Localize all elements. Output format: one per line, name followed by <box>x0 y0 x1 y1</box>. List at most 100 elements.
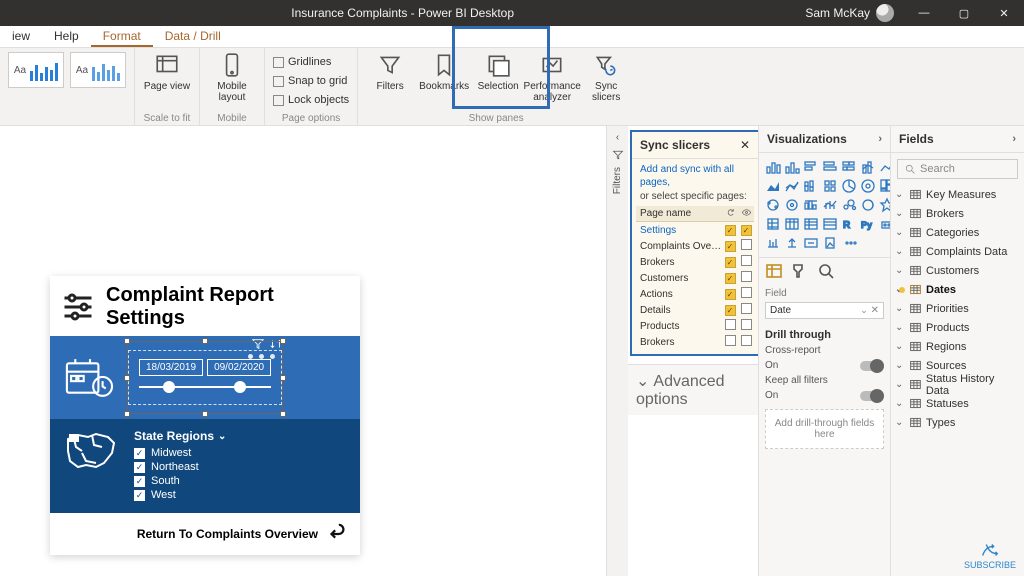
chevron-right-icon[interactable]: › <box>878 133 882 145</box>
avatar[interactable] <box>876 4 894 22</box>
sync-page-row[interactable]: Brokers <box>636 334 754 350</box>
sync-page-row[interactable]: Customers✓ <box>636 270 754 286</box>
close-button[interactable]: ✕ <box>984 0 1024 26</box>
fields-table-row[interactable]: ⌄Regions <box>895 337 1020 356</box>
performance-analyzer-button[interactable]: Performance analyzer <box>528 52 576 103</box>
viz-type-2[interactable] <box>803 159 819 175</box>
fields-table-row[interactable]: ⌄Complaints Data <box>895 242 1020 261</box>
viz-type-21[interactable] <box>765 216 781 232</box>
bookmarks-button[interactable]: Bookmarks <box>420 52 468 92</box>
fields-table-row[interactable]: ⌄Dates <box>895 280 1020 299</box>
region-item[interactable]: ✓West <box>134 489 226 501</box>
sync-page-row[interactable]: Details✓ <box>636 302 754 318</box>
sync-slicers-button[interactable]: Sync slicers <box>582 52 630 103</box>
filters-pane-collapsed[interactable]: ‹ Filters <box>606 126 628 576</box>
sync-page-row[interactable]: Settings✓✓ <box>636 222 754 238</box>
date-from[interactable]: 18/03/2019 <box>139 359 203 376</box>
tab-datadrill[interactable]: Data / Drill <box>153 26 233 47</box>
fields-table-row[interactable]: ⌄Types <box>895 413 1020 432</box>
viz-type-23[interactable] <box>803 216 819 232</box>
viz-type-18[interactable] <box>841 197 857 213</box>
theme-gallery-2[interactable]: Aa <box>70 52 126 88</box>
close-icon[interactable]: ✕ <box>740 138 750 152</box>
date-to[interactable]: 09/02/2020 <box>207 359 271 376</box>
drillthrough-fields-well[interactable]: Add drill-through fields here <box>765 409 884 449</box>
return-link[interactable]: Return To Complaints Overview <box>50 513 360 555</box>
cross-report-toggle[interactable]: Cross-report <box>759 343 890 358</box>
fields-table-row[interactable]: ⌄Statuses <box>895 394 1020 413</box>
viz-type-32[interactable] <box>841 235 857 251</box>
tab-format[interactable]: Format <box>91 26 153 47</box>
filters-button[interactable]: Filters <box>366 52 414 92</box>
page-view-button[interactable]: Page view <box>143 52 191 92</box>
region-item[interactable]: ✓Northeast <box>134 461 226 473</box>
viz-type-4[interactable] <box>841 159 857 175</box>
analytics-tab-icon[interactable] <box>817 262 835 280</box>
fields-table-row[interactable]: ⌄Products <box>895 318 1020 337</box>
expand-left-icon[interactable]: ‹ <box>616 132 619 143</box>
report-canvas[interactable]: Complaint Report Settings 18/03/2019 09/… <box>0 126 606 576</box>
viz-type-26[interactable]: Py <box>860 216 876 232</box>
sync-page-row[interactable]: Actions✓ <box>636 286 754 302</box>
fields-table-row[interactable]: ⌄Customers <box>895 261 1020 280</box>
field-chip-date[interactable]: Date⌄ ✕ <box>765 302 884 319</box>
date-range-slider[interactable] <box>139 386 271 388</box>
chevron-down-icon[interactable]: ⌄ <box>218 431 226 442</box>
region-slicer[interactable]: State Regions⌄ ✓Midwest✓Northeast✓South✓… <box>134 429 226 503</box>
viz-type-1[interactable] <box>784 159 800 175</box>
subscribe-badge[interactable]: SUBSCRIBE <box>964 542 1016 570</box>
gridlines-checkbox[interactable]: Gridlines <box>273 54 349 70</box>
region-item[interactable]: ✓Midwest <box>134 447 226 459</box>
viz-type-8[interactable] <box>784 178 800 194</box>
snap-checkbox[interactable]: Snap to grid <box>273 73 349 89</box>
format-tab-icon[interactable] <box>791 262 809 280</box>
viz-type-7[interactable] <box>765 178 781 194</box>
fields-pane: Fields› Search ⌄Key Measures⌄Brokers⌄Cat… <box>890 126 1024 576</box>
viz-type-25[interactable]: R <box>841 216 857 232</box>
advanced-options[interactable]: ⌄Advanced options <box>628 364 758 415</box>
viz-type-14[interactable] <box>765 197 781 213</box>
viz-type-31[interactable] <box>822 235 838 251</box>
fields-search[interactable]: Search <box>897 159 1018 179</box>
viz-type-15[interactable] <box>784 197 800 213</box>
fields-table-row[interactable]: ⌄Categories <box>895 223 1020 242</box>
viz-type-12[interactable] <box>860 178 876 194</box>
viz-type-10[interactable] <box>822 178 838 194</box>
viz-type-28[interactable] <box>765 235 781 251</box>
sync-page-row[interactable]: Brokers✓ <box>636 254 754 270</box>
chevron-right-icon[interactable]: › <box>1012 133 1016 145</box>
selection-button[interactable]: Selection <box>474 52 522 92</box>
fields-table-row[interactable]: ⌄Key Measures <box>895 185 1020 204</box>
viz-type-24[interactable] <box>822 216 838 232</box>
viz-type-29[interactable] <box>784 235 800 251</box>
viz-type-17[interactable] <box>822 197 838 213</box>
viz-type-11[interactable] <box>841 178 857 194</box>
fields-table-row[interactable]: ⌄Priorities <box>895 299 1020 318</box>
sync-page-row[interactable]: Products <box>636 318 754 334</box>
viz-type-22[interactable] <box>784 216 800 232</box>
tab-help[interactable]: Help <box>42 26 91 47</box>
slicer-head-sort-icon[interactable] <box>269 337 283 351</box>
fields-tab-icon[interactable] <box>765 262 783 280</box>
sync-page-row[interactable]: Complaints Over...✓ <box>636 238 754 254</box>
region-item[interactable]: ✓South <box>134 475 226 487</box>
theme-gallery-1[interactable]: Aa <box>8 52 64 88</box>
viz-type-19[interactable] <box>860 197 876 213</box>
keep-filters-toggle[interactable]: Keep all filters <box>759 373 890 388</box>
fields-table-row[interactable]: ⌄Status History Data <box>895 375 1020 394</box>
viz-type-5[interactable] <box>860 159 876 175</box>
lock-checkbox[interactable]: Lock objects <box>273 92 349 108</box>
minimize-button[interactable]: — <box>904 0 944 26</box>
date-slicer[interactable]: 18/03/2019 09/02/2020 <box>128 350 282 405</box>
viz-type-16[interactable] <box>803 197 819 213</box>
slicer-head-filter-icon[interactable] <box>251 337 265 351</box>
viz-type-3[interactable] <box>822 159 838 175</box>
fields-table-row[interactable]: ⌄Brokers <box>895 204 1020 223</box>
tab-view[interactable]: iew <box>0 26 42 47</box>
viz-type-9[interactable] <box>803 178 819 194</box>
mobile-layout-button[interactable]: Mobile layout <box>208 52 256 103</box>
viz-type-30[interactable] <box>803 235 819 251</box>
maximize-button[interactable]: ▢ <box>944 0 984 26</box>
viz-type-0[interactable] <box>765 159 781 175</box>
settings-icon <box>60 289 96 325</box>
